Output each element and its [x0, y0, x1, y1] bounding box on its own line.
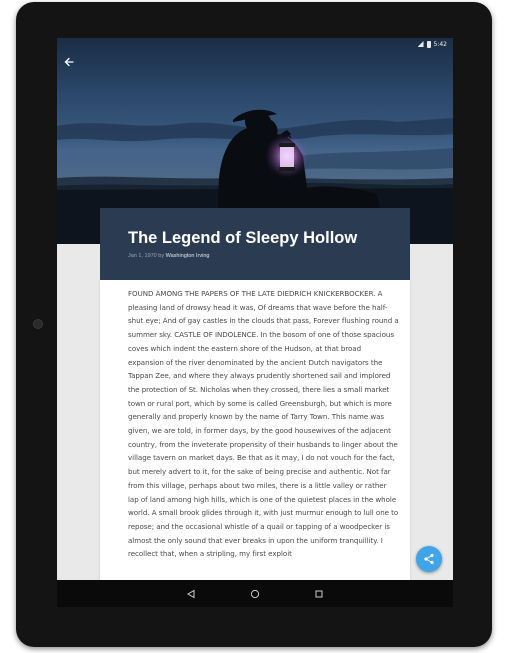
story-meta: Jan 1, 1970 by Washington Irving	[128, 253, 410, 259]
nav-back-button[interactable]	[184, 587, 198, 601]
status-bar: 5:42	[57, 38, 453, 50]
share-icon	[424, 553, 434, 565]
triangle-back-icon	[187, 589, 195, 598]
battery-icon	[426, 40, 431, 48]
arrow-back-icon[interactable]	[62, 57, 76, 71]
front-camera	[33, 319, 43, 329]
share-button[interactable]	[416, 546, 442, 572]
app-screen: 5:42 The Legend of Sleepy Hollow Jan 1, …	[57, 38, 453, 607]
story-body-card: FOUND AMONG THE PAPERS OF THE LATE DIEDR…	[100, 280, 410, 580]
nav-recents-button[interactable]	[312, 587, 326, 601]
story-date: Jan 1, 1970 by	[128, 253, 166, 259]
navigation-bar	[57, 580, 453, 607]
nav-home-button[interactable]	[248, 587, 262, 601]
signal-icon	[417, 41, 424, 47]
story-author: Washington Irving	[165, 253, 210, 259]
status-time: 5:42	[433, 40, 447, 48]
story-text: FOUND AMONG THE PAPERS OF THE LATE DIEDR…	[128, 289, 399, 559]
story-title: The Legend of Sleepy Hollow	[128, 229, 358, 247]
square-recents-icon	[315, 590, 323, 597]
circle-home-icon	[250, 589, 260, 598]
story-header: The Legend of Sleepy Hollow Jan 1, 1970 …	[100, 208, 410, 280]
